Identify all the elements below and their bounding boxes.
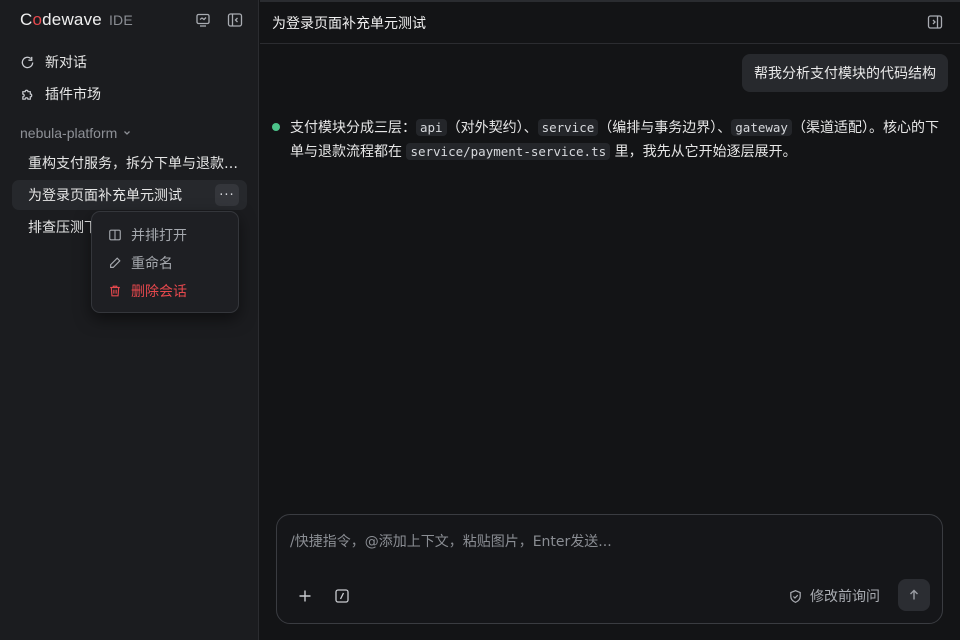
assistant-text: （编排与事务边界）、	[598, 120, 732, 136]
pencil-icon	[110, 257, 121, 268]
permission-mode-toggle[interactable]: 修改前询问	[788, 585, 880, 607]
assistant-text: （对外契约）、	[446, 120, 538, 136]
page-title: 为登录页面补充单元测试	[272, 16, 426, 32]
menu-item-label: 并排打开	[131, 228, 187, 244]
logo-o: o	[32, 10, 43, 29]
user-message: 帮我分析支付模块的代码结构	[742, 54, 948, 92]
collapse-sidebar-icon[interactable]	[226, 11, 244, 29]
conversation-title: 重构支付服务，拆分下单与退款流程	[28, 156, 240, 172]
menu-item-rename[interactable]: 重命名	[92, 249, 238, 277]
composer-input[interactable]: /快捷指令，@添加上下文，粘贴图片，Enter发送...	[290, 531, 612, 551]
arrow-up-icon	[910, 589, 918, 600]
slash-command-icon[interactable]	[333, 587, 351, 605]
logo-rest: dewave	[42, 10, 102, 29]
permission-mode-label: 修改前询问	[810, 589, 880, 605]
conversation-title: 排查压测下	[28, 220, 98, 236]
project-name: nebula-platform	[20, 125, 118, 141]
assistant-text: 里，我先从它开始逐层展开。	[614, 144, 797, 160]
nav-new-chat-label: 新对话	[45, 55, 87, 71]
nav-plugin-market[interactable]: 插件市场	[20, 83, 101, 105]
chevron-down-icon	[124, 131, 131, 135]
puzzle-icon	[22, 89, 33, 100]
assistant-text: 支付模块分成三层：	[290, 120, 416, 136]
conversation-item-active[interactable]: 为登录页面补充单元测试 ···	[12, 180, 247, 210]
menu-item-label: 重命名	[131, 256, 173, 272]
conversation-title: 为登录页面补充单元测试	[28, 188, 182, 204]
nav-plugin-market-label: 插件市场	[45, 87, 101, 103]
conversation-item[interactable]: 重构支付服务，拆分下单与退款流程	[12, 148, 247, 178]
new-chat-icon	[21, 56, 34, 68]
inline-code: service	[537, 119, 599, 136]
conversation-context-menu: 并排打开 重命名 删除会话	[91, 211, 239, 313]
monitor-chat-icon[interactable]	[194, 11, 212, 29]
sidebar: Co dewave IDE 新对话 插件市场 nebula-platform 重…	[0, 0, 259, 640]
chat-header: 为登录页面补充单元测试	[260, 0, 960, 44]
add-attachment-icon[interactable]	[296, 587, 314, 605]
toggle-panel-icon[interactable]	[927, 14, 943, 30]
logo-ide: IDE	[108, 12, 133, 28]
inline-code: gateway	[731, 119, 792, 136]
assistant-message: 支付模块分成三层： api （对外契约）、 service （编排与事务边界）、 gate…	[290, 116, 950, 164]
split-view-icon	[109, 229, 121, 241]
app-logo: Co dewave IDE	[20, 10, 133, 30]
menu-item-label: 删除会话	[131, 284, 187, 300]
project-selector[interactable]: nebula-platform	[20, 124, 133, 142]
trash-icon	[110, 285, 120, 297]
send-button[interactable]	[898, 579, 930, 611]
shield-check-icon	[790, 589, 801, 603]
status-dot	[272, 123, 280, 131]
menu-item-delete[interactable]: 删除会话	[92, 277, 238, 305]
logo-c: C	[20, 10, 33, 29]
message-composer[interactable]: /快捷指令，@添加上下文，粘贴图片，Enter发送... 修改前询问	[276, 514, 943, 624]
inline-code: api	[416, 119, 447, 136]
menu-item-split-open[interactable]: 并排打开	[92, 221, 238, 249]
nav-new-chat[interactable]: 新对话	[20, 51, 87, 73]
inline-code: service/payment-service.ts	[406, 143, 611, 160]
more-options-button[interactable]: ···	[215, 184, 239, 206]
